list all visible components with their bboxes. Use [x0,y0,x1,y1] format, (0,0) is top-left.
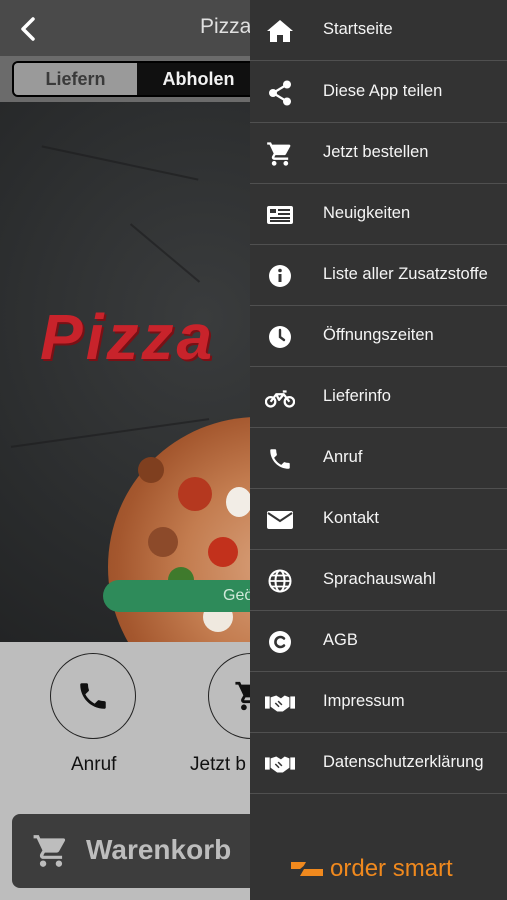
back-button[interactable] [14,14,44,44]
menu-item-label: Sprachauswahl [323,570,436,588]
menu-item-label: Lieferinfo [323,387,391,405]
menu-item-label: Startseite [323,20,393,38]
call-button[interactable] [50,653,136,739]
menu-item-label: Anruf [323,448,363,466]
menu-item-label: Liste aller Zusatzstoffe [323,265,488,283]
meat-topping [138,457,164,483]
texture-crack [41,145,199,181]
menu-item-lieferinfo[interactable]: Lieferinfo [250,367,507,428]
info-icon [265,262,295,290]
meat-topping [148,527,178,557]
menu-item-impressum[interactable]: Impressum [250,672,507,733]
cart-icon [33,835,66,867]
menu-item-sprachauswahl[interactable]: Sprachauswahl [250,550,507,611]
phone-icon [80,683,106,709]
menu-item-oeffnungszeiten[interactable]: Öffnungszeiten [250,306,507,367]
news-icon [265,201,295,229]
menu-item-app-teilen[interactable]: Diese App teilen [250,62,507,123]
menu-item-agb[interactable]: AGB [250,611,507,672]
clock-icon [265,323,295,351]
menu-item-label: AGB [323,631,358,649]
menu-item-kontakt[interactable]: Kontakt [250,489,507,550]
chevron-left-icon [21,17,35,41]
restaurant-logo: Pizza [40,301,216,373]
mozzarella-topping [226,487,252,517]
menu-item-label: Datenschutzerklärung [323,753,484,771]
tomato-topping [178,477,212,511]
handshake-icon [265,750,295,778]
tab-abholen[interactable]: Abholen [137,63,260,95]
order-smart-logo-icon [291,861,323,876]
menu-item-label: Kontakt [323,509,379,527]
menu-item-jetzt-bestellen[interactable]: Jetzt bestellen [250,123,507,184]
tomato-topping [208,537,238,567]
brand-text: order smart [330,855,453,882]
menu-item-datenschutz[interactable]: Datenschutzerklärung [250,733,507,794]
home-icon [265,17,295,45]
menu-item-zusatzstoffe[interactable]: Liste aller Zusatzstoffe [250,245,507,306]
page-title: Pizza [200,15,252,38]
texture-crack [129,223,201,283]
handshake-icon [265,689,295,717]
cart-label: Warenkorb [86,834,232,865]
cart-icon [265,140,295,168]
order-now-button-label: Jetzt b [190,754,246,775]
menu-item-label: Impressum [323,692,405,710]
envelope-icon [265,506,295,534]
share-icon [265,79,295,107]
motorbike-icon [265,384,295,412]
mode-toggle: Liefern Abholen [12,61,262,97]
menu-item-label: Öffnungszeiten [323,326,434,344]
menu-item-label: Jetzt bestellen [323,143,429,161]
menu-item-anruf[interactable]: Anruf [250,428,507,489]
brand-logo: order smart [290,852,453,886]
menu-item-neuigkeiten[interactable]: Neuigkeiten [250,184,507,245]
app-screen: Pizza Liefern Abholen Pizza Geö Anruf Je… [0,0,507,900]
menu-item-label: Diese App teilen [323,82,443,100]
phone-icon [265,445,295,473]
tab-liefern[interactable]: Liefern [14,63,137,95]
globe-icon [265,567,295,595]
menu-item-label: Neuigkeiten [323,204,411,222]
call-button-label: Anruf [71,754,117,775]
menu-item-startseite[interactable]: Startseite [250,0,507,61]
navigation-drawer: Startseite Diese App teilen Jetzt bestel… [250,0,507,900]
copyright-icon [265,628,295,656]
